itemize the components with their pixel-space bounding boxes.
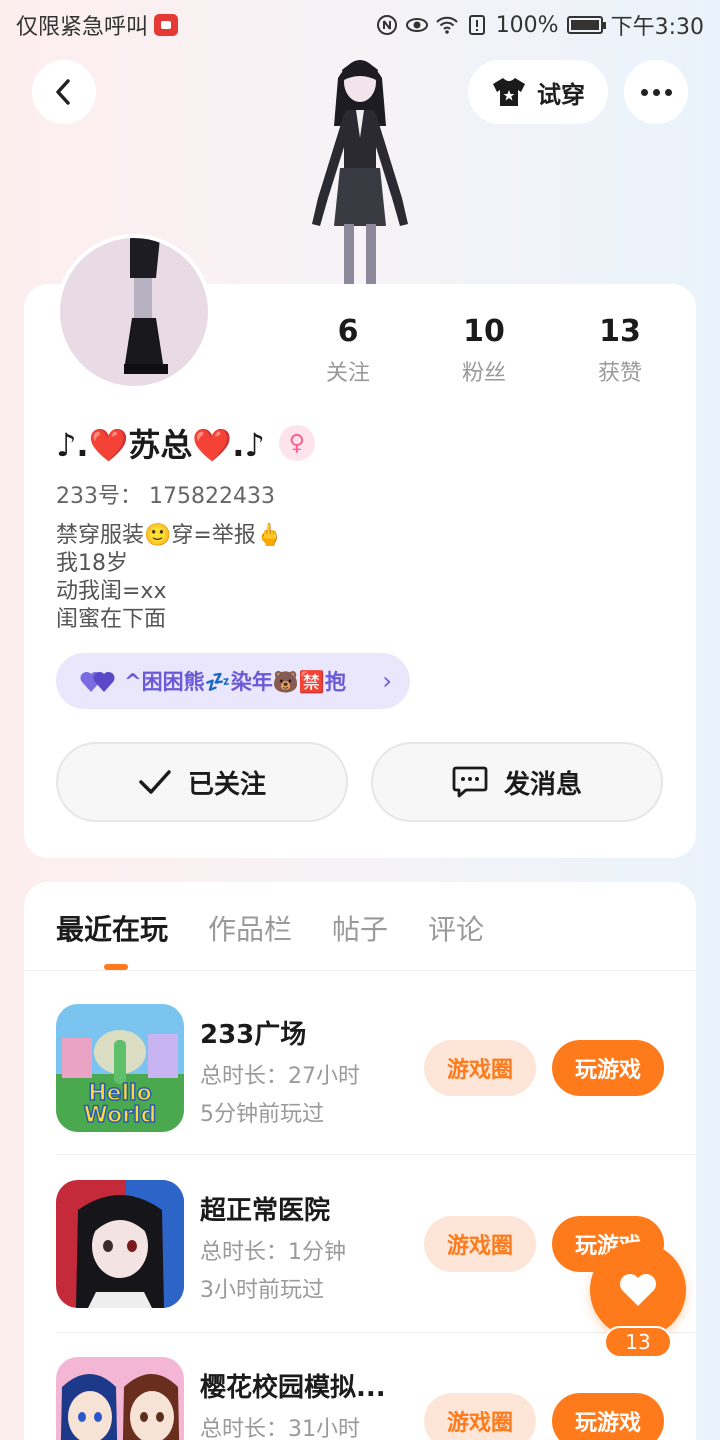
chat-bubble-icon [452,766,488,798]
nickname-row: ♪.❤️苏总❤️.♪ ♀ [56,420,315,466]
battery-percent: 100% [495,12,559,38]
following-button[interactable]: 已关注 [56,742,348,822]
screen-record-icon [154,14,179,36]
eye-icon [405,18,428,32]
tab-recently-played[interactable]: 最近在玩 [56,908,168,948]
bestie-label: ^困困熊💤染年🐻🈲抱 [124,670,347,694]
game-title: 超正常医院 [200,1196,331,1226]
following-label: 已关注 [187,769,266,800]
game-icon [56,1180,184,1308]
game-duration: 总时长：27小时 [200,1064,360,1089]
game-icon [56,1357,184,1440]
game-circle-button[interactable]: 游戏圈 [424,1393,536,1440]
female-gender-icon: ♀ [278,425,315,461]
list-item[interactable]: Hello World 233广场 总时长：27小时 5分钟前玩过 游戏圈 玩游… [56,1004,696,1134]
stats-row: 6 关注 10 粉丝 13 获赞 [280,314,696,387]
status-left: 仅限紧急呼叫 [16,9,179,41]
stat-label: 获赞 [597,361,642,386]
like-button[interactable] [590,1242,686,1338]
shirt-icon [493,78,525,106]
divider [56,1332,696,1333]
play-game-button[interactable]: 玩游戏 [552,1393,664,1440]
clock: 下午3:30 [610,15,704,40]
try-on-label: 试穿 [537,80,585,109]
status-bar: 仅限紧急呼叫 100% 下午3:30 [0,0,720,50]
nfc-icon [376,15,397,35]
list-item[interactable]: 樱花校园模拟... 总时长：31小时 游戏圈 玩游戏 [56,1357,696,1440]
chevron-left-icon [56,79,70,105]
tab-comments[interactable]: 评论 [428,908,484,948]
sim-alert-icon [468,15,485,35]
more-options-button[interactable] [624,60,688,124]
game-duration: 总时长：1分钟 [200,1240,346,1265]
status-right: 100% 下午3:30 [376,9,704,41]
bio: 禁穿服装🙂穿=举报🖕 我18岁 动我闺=xx 闺蜜在下面 [56,522,283,634]
game-circle-button[interactable]: 游戏圈 [424,1040,536,1096]
bio-line: 闺蜜在下面 [56,607,167,632]
game-title: 233广场 [200,1020,307,1050]
wifi-icon [435,16,458,34]
divider [24,970,696,971]
double-heart-icon [80,671,115,692]
battery-icon [566,16,606,34]
game-icon: Hello World [56,1004,184,1132]
check-icon [139,770,171,794]
character-figure [312,60,408,284]
play-game-button[interactable]: 玩游戏 [552,1040,664,1096]
bestie-tag[interactable]: ^困困熊💤染年🐻🈲抱 › [56,653,410,709]
send-message-button[interactable]: 发消息 [371,742,663,822]
bio-line: 禁穿服装🙂穿=举报🖕 [56,523,284,548]
user-id: 233号： 175822433 [56,484,275,509]
more-icon [640,88,648,96]
game-circle-button[interactable]: 游戏圈 [424,1216,536,1272]
stat-likes[interactable]: 13 获赞 [552,314,688,387]
stat-following[interactable]: 6 关注 [280,314,416,387]
game-duration: 总时长：31小时 [200,1417,360,1440]
carrier-text: 仅限紧急呼叫 [16,15,149,40]
divider [56,1154,696,1155]
send-message-label: 发消息 [503,769,582,800]
stat-label: 粉丝 [461,361,506,386]
avatar[interactable] [56,234,212,390]
nickname: ♪.❤️苏总❤️.♪ [56,426,265,464]
tab-works[interactable]: 作品栏 [208,908,292,948]
svg-text:World: World [84,1103,157,1128]
stat-value: 13 [599,314,641,349]
try-on-button[interactable]: 试穿 [468,60,608,124]
chevron-right-icon: › [382,667,392,695]
bio-line: 我18岁 [56,551,128,576]
tab-bar: 最近在玩 作品栏 帖子 评论 [56,908,484,948]
stat-value: 10 [463,314,505,349]
heart-icon [620,1274,656,1306]
game-title: 樱花校园模拟... [200,1373,386,1403]
back-button[interactable] [32,60,96,124]
stat-label: 关注 [325,361,370,386]
game-last-played: 3小时前玩过 [200,1278,324,1303]
stat-followers[interactable]: 10 粉丝 [416,314,552,387]
tab-posts[interactable]: 帖子 [332,908,388,948]
bio-line: 动我闺=xx [56,579,167,604]
game-last-played: 5分钟前玩过 [200,1102,324,1127]
like-count: 13 [604,1326,672,1358]
stat-value: 6 [337,314,359,349]
